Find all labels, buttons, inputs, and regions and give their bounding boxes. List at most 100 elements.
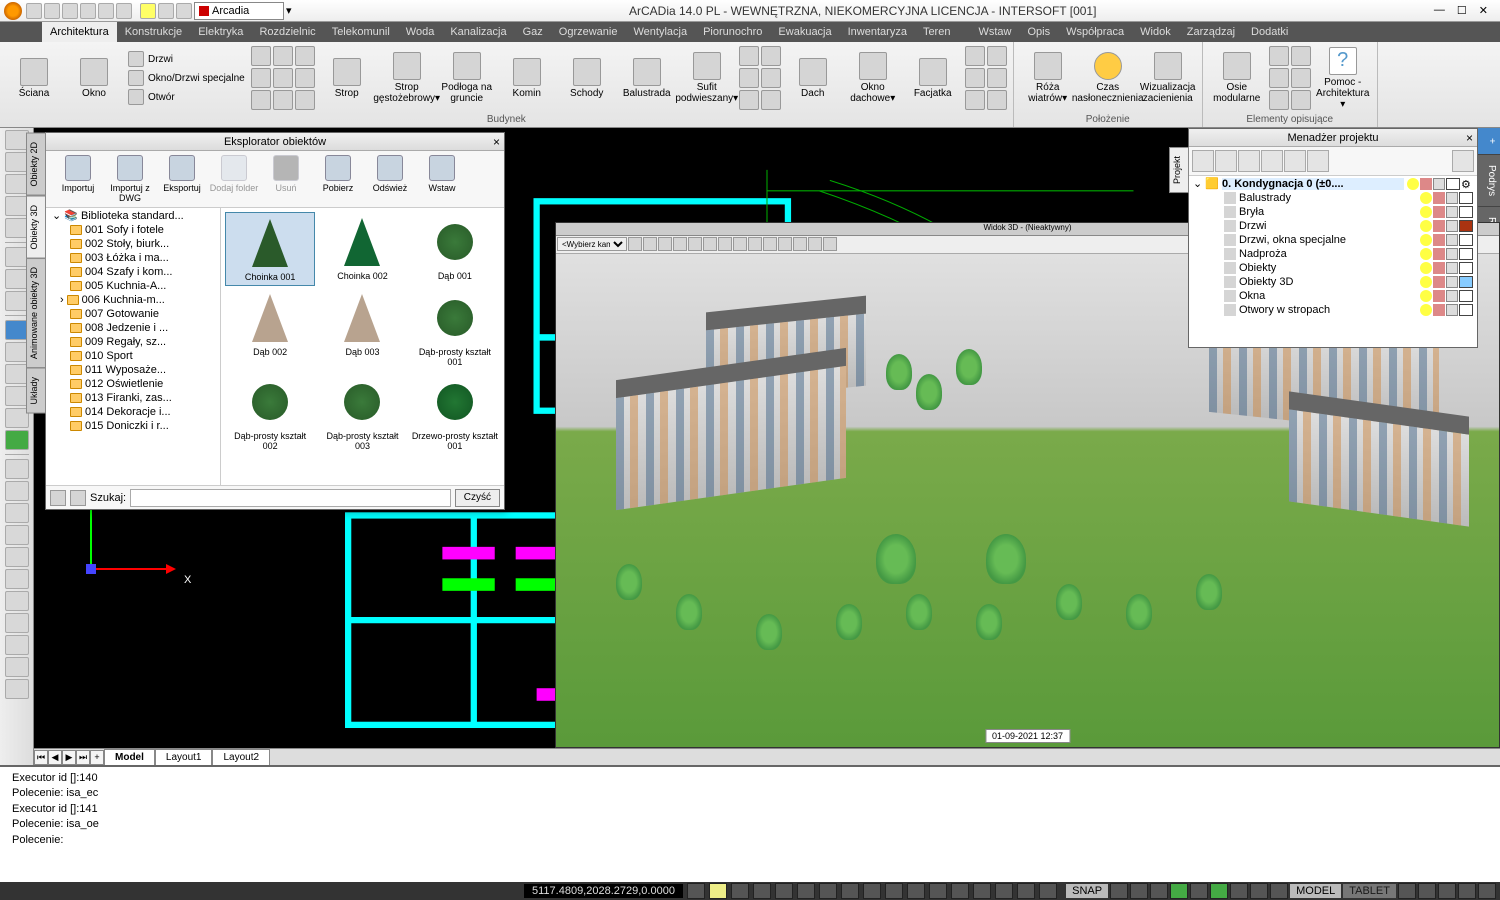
czas-button[interactable]: Czas nasłonecznienia bbox=[1080, 52, 1136, 104]
clear-button[interactable]: Czyść bbox=[455, 489, 500, 507]
tab-wspolpraca[interactable]: Współpraca bbox=[1058, 22, 1132, 42]
mini-btn[interactable] bbox=[1291, 90, 1311, 110]
sb-btn[interactable] bbox=[1458, 883, 1476, 899]
tree-root[interactable]: ⌄ 📚 Biblioteka standard... bbox=[46, 208, 220, 223]
lt-btn[interactable] bbox=[5, 247, 29, 267]
tree-folder[interactable]: 001 Sofy i fotele bbox=[46, 223, 220, 237]
lt-btn[interactable] bbox=[5, 218, 29, 238]
camera-select[interactable]: <Wybierz kamerę> bbox=[557, 237, 627, 251]
sb-btn[interactable] bbox=[1438, 883, 1456, 899]
mgr-btn[interactable] bbox=[1307, 150, 1329, 172]
tab-nav-prev[interactable]: ◀ bbox=[48, 750, 62, 765]
mgr-root[interactable]: ⌄ 🟨0. Kondygnacja 0 (±0....⚙ bbox=[1189, 176, 1477, 191]
dodajfolder-button[interactable]: Dodaj folder bbox=[208, 155, 260, 203]
mgr-item[interactable]: Otwory w stropach bbox=[1189, 303, 1477, 317]
podloga-button[interactable]: Podłoga na gruncie bbox=[439, 52, 495, 104]
sb-btn[interactable] bbox=[731, 883, 749, 899]
side-tab-obj2d[interactable]: Obiekty 2D bbox=[26, 133, 46, 196]
sb-btn[interactable] bbox=[1039, 883, 1057, 899]
thumb-choinka002[interactable]: Choinka 002 bbox=[317, 212, 407, 286]
mini-btn[interactable] bbox=[295, 90, 315, 110]
thumb-dab003[interactable]: Dąb 003 bbox=[317, 288, 407, 370]
tree-folder[interactable]: 009 Regały, sz... bbox=[46, 335, 220, 349]
tab-wentylacja[interactable]: Wentylacja bbox=[625, 22, 695, 42]
snap-mode[interactable]: SNAP bbox=[1066, 884, 1108, 898]
pobierz-button[interactable]: Pobierz bbox=[312, 155, 364, 203]
dach-button[interactable]: Dach bbox=[785, 58, 841, 99]
side-tab-obj3d[interactable]: Obiekty 3D bbox=[26, 196, 46, 259]
sb-btn[interactable] bbox=[1478, 883, 1496, 899]
v3d-btn[interactable] bbox=[778, 237, 792, 251]
strop-button[interactable]: Strop bbox=[319, 58, 375, 99]
lt-btn[interactable] bbox=[5, 635, 29, 655]
v3d-btn[interactable] bbox=[748, 237, 762, 251]
tab-teren[interactable]: Teren bbox=[915, 22, 959, 42]
mini-btn[interactable] bbox=[295, 46, 315, 66]
v3d-btn[interactable] bbox=[718, 237, 732, 251]
search-opt2-icon[interactable] bbox=[70, 490, 86, 506]
lt-btn[interactable] bbox=[5, 613, 29, 633]
mini-btn[interactable] bbox=[251, 68, 271, 88]
tree-folder[interactable]: 007 Gotowanie bbox=[46, 307, 220, 321]
layer-lock-icon[interactable] bbox=[176, 3, 192, 19]
tab-widok[interactable]: Widok bbox=[1132, 22, 1179, 42]
qat-redo[interactable] bbox=[116, 3, 132, 19]
roza-button[interactable]: Róża wiatrów▾ bbox=[1020, 52, 1076, 104]
mini-btn[interactable] bbox=[739, 90, 759, 110]
wstaw-button[interactable]: Wstaw bbox=[416, 155, 468, 203]
sb-btn[interactable] bbox=[1270, 883, 1288, 899]
explorer-tree[interactable]: ⌄ 📚 Biblioteka standard... 001 Sofy i fo… bbox=[46, 208, 221, 485]
layout-tab-2[interactable]: Layout2 bbox=[212, 749, 270, 765]
side-tab-anim3d[interactable]: Animowane obiekty 3D bbox=[26, 258, 46, 368]
komin-button[interactable]: Komin bbox=[499, 58, 555, 99]
mini-btn[interactable] bbox=[1291, 68, 1311, 88]
mini-btn[interactable] bbox=[987, 90, 1007, 110]
tree-folder[interactable]: 002 Stoły, biurk... bbox=[46, 237, 220, 251]
sb-btn[interactable] bbox=[995, 883, 1013, 899]
sb-btn[interactable] bbox=[885, 883, 903, 899]
mgr-item[interactable]: Bryła bbox=[1189, 205, 1477, 219]
mini-btn[interactable] bbox=[273, 68, 293, 88]
v3d-btn[interactable] bbox=[793, 237, 807, 251]
minimize-button[interactable]: — bbox=[1434, 4, 1445, 17]
lt-btn[interactable] bbox=[5, 591, 29, 611]
mgr-item[interactable]: Nadproża bbox=[1189, 247, 1477, 261]
mini-btn[interactable] bbox=[987, 68, 1007, 88]
lt-btn[interactable] bbox=[5, 679, 29, 699]
sb-btn[interactable] bbox=[1130, 883, 1148, 899]
lt-btn[interactable] bbox=[5, 269, 29, 289]
sb-btn[interactable] bbox=[929, 883, 947, 899]
thumb-dabprosty002[interactable]: Dąb-prosty kształt 002 bbox=[225, 372, 315, 454]
tree-folder[interactable]: 010 Sport bbox=[46, 349, 220, 363]
tab-rozdzielnice[interactable]: Rozdzielnic bbox=[251, 22, 323, 42]
lt-btn[interactable] bbox=[5, 547, 29, 567]
mini-btn[interactable] bbox=[251, 46, 271, 66]
mini-btn[interactable] bbox=[965, 90, 985, 110]
tab-inwentaryzacja[interactable]: Inwentaryza bbox=[840, 22, 915, 42]
sb-btn[interactable] bbox=[1230, 883, 1248, 899]
sb-btn[interactable] bbox=[1250, 883, 1268, 899]
usun-button[interactable]: Usuń bbox=[260, 155, 312, 203]
okno-button[interactable]: Okno bbox=[66, 58, 122, 99]
tab-kanalizacja[interactable]: Kanalizacja bbox=[442, 22, 514, 42]
v3d-btn[interactable] bbox=[733, 237, 747, 251]
mini-btn[interactable] bbox=[761, 46, 781, 66]
lt-btn[interactable] bbox=[5, 152, 29, 172]
tab-zarzadzaj[interactable]: Zarządzaj bbox=[1179, 22, 1243, 42]
mgr-item[interactable]: Drzwi bbox=[1189, 219, 1477, 233]
tab-konstrukcje[interactable]: Konstrukcje bbox=[117, 22, 190, 42]
v3d-btn[interactable] bbox=[703, 237, 717, 251]
tab-nav-add[interactable]: + bbox=[90, 750, 104, 765]
v3d-btn[interactable] bbox=[673, 237, 687, 251]
sb-btn[interactable] bbox=[1110, 883, 1128, 899]
oknodrzwi-button[interactable]: Okno/Drzwi specjalne bbox=[126, 69, 247, 87]
osie-button[interactable]: Osie modularne bbox=[1209, 52, 1265, 104]
mini-btn[interactable] bbox=[273, 90, 293, 110]
command-console[interactable]: Executor id []:140 Polecenie: isa_ec Exe… bbox=[0, 765, 1500, 882]
thumb-dab001[interactable]: Dąb 001 bbox=[410, 212, 500, 286]
tree-folder[interactable]: 015 Doniczki i r... bbox=[46, 419, 220, 433]
tab-gaz[interactable]: Gaz bbox=[515, 22, 551, 42]
sb-btn[interactable] bbox=[907, 883, 925, 899]
mgr-btn[interactable] bbox=[1284, 150, 1306, 172]
manager-side-tab[interactable]: Projekt bbox=[1169, 147, 1189, 193]
